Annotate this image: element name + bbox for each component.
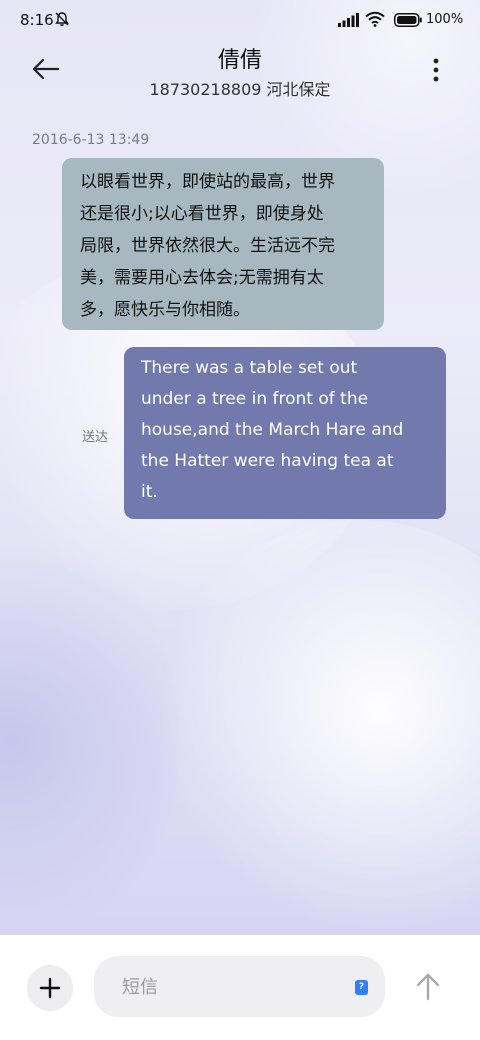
status-time: 8:16 [20, 11, 54, 29]
sim-icon[interactable]: ? [355, 980, 368, 995]
message-input-box[interactable]: ? [94, 956, 385, 1017]
signal-icon [338, 13, 359, 27]
incoming-message-bubble[interactable]: 以眼看世界，即使站的最高，世界 还是很小;以心看世界，即使身处 局限，世界依然很… [62, 158, 384, 330]
send-button[interactable] [412, 971, 444, 1003]
message-line: 美，需要用心去体会;无需拥有太 [80, 268, 324, 288]
contact-name[interactable]: 倩倩 [0, 42, 480, 74]
message-line: 局限，世界依然很大。生活远不完 [80, 236, 335, 256]
attach-button[interactable] [27, 965, 73, 1011]
wifi-icon [365, 11, 385, 27]
message-timestamp: 2016-6-13 13:49 [32, 132, 150, 148]
message-line: house,and the March Hare and [141, 420, 404, 440]
status-bar: 8:16 100% [0, 0, 480, 40]
message-line: it. [141, 482, 158, 502]
contact-number-location: 18730218809 河北保定 [149, 80, 331, 99]
composer-bar: ? [0, 935, 480, 1040]
message-input[interactable] [120, 974, 344, 1000]
send-arrow-icon [416, 973, 440, 1001]
battery-icon [394, 13, 422, 27]
plus-icon [39, 977, 61, 999]
bell-off-icon [55, 12, 69, 26]
message-line: 多，愿快乐与你相随。 [80, 300, 250, 320]
more-vertical-icon [433, 58, 439, 82]
more-options-button[interactable] [424, 56, 448, 84]
battery-percent: 100% [426, 12, 464, 27]
message-line: 还是很小;以心看世界，即使身处 [80, 204, 324, 224]
message-line: There was a table set out [141, 358, 358, 378]
conversation-header: 倩倩 18730218809 河北保定 [0, 40, 480, 110]
message-line: 以眼看世界，即使站的最高，世界 [80, 172, 335, 192]
message-line: under a tree in front of the [141, 389, 369, 409]
outgoing-message-bubble[interactable]: There was a table set out under a tree i… [124, 347, 446, 519]
delivery-status: 送达 [82, 430, 109, 445]
message-line: the Hatter were having tea at [141, 451, 394, 471]
